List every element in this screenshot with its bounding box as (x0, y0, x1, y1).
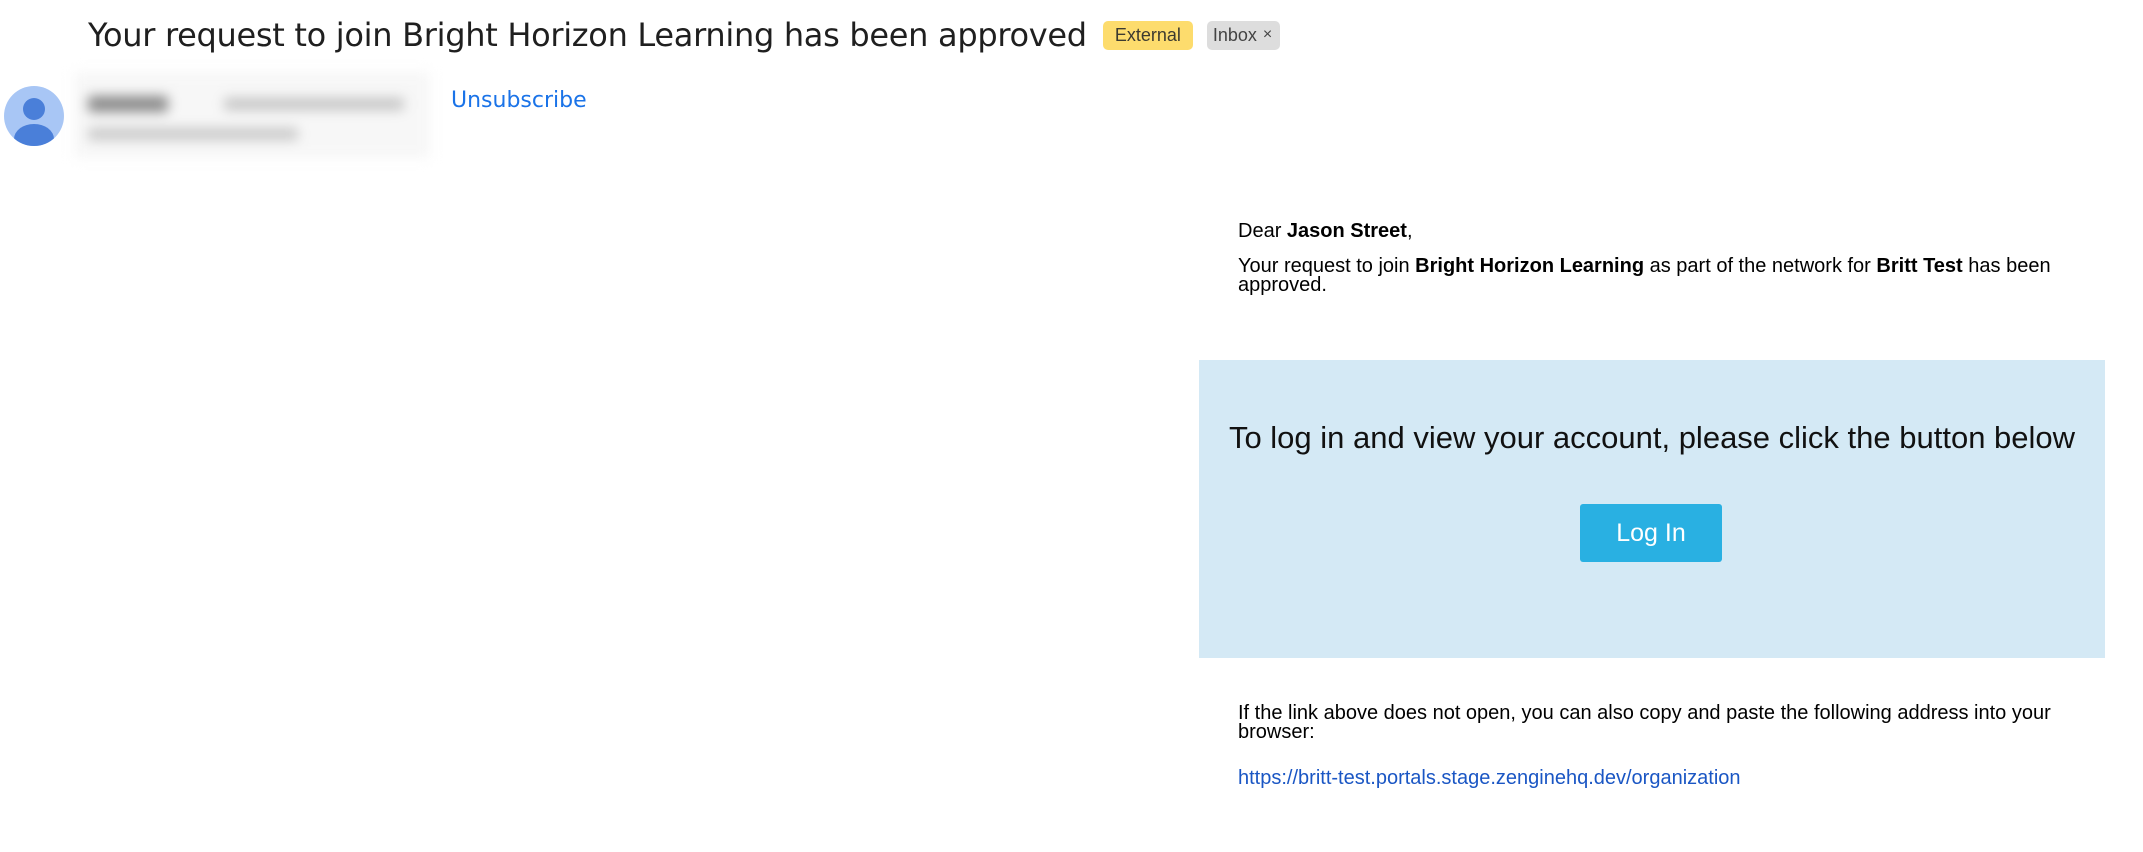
email-body: Dear Jason Street, Your request to join … (1199, 210, 2105, 790)
email-subject: Your request to join Bright Horizon Lear… (88, 16, 1087, 54)
approval-text-2: as part of the network for (1644, 255, 1877, 277)
external-badge: External (1102, 20, 1193, 50)
avatar-head (23, 98, 45, 120)
sender-name-redacted (88, 96, 168, 112)
login-panel: To log in and view your account, please … (1199, 360, 2105, 658)
recipient-name: Jason Street (1286, 220, 1407, 242)
approval-message: Your request to join Bright Horizon Lear… (1238, 255, 2105, 295)
recipient-line-redacted (88, 128, 298, 140)
inbox-label[interactable]: Inbox × (1206, 20, 1281, 50)
sender-email-redacted (224, 98, 404, 110)
fallback-link[interactable]: https://britt-test.portals.stage.zengine… (1199, 767, 2105, 790)
email-view: Your request to join Bright Horizon Lear… (0, 0, 2143, 852)
organization-name: Bright Horizon Learning (1415, 255, 1645, 277)
greeting-suffix: , (1406, 220, 1413, 242)
login-prompt: To log in and view your account, please … (1228, 420, 2076, 455)
inbox-label-text: Inbox (1212, 24, 1257, 45)
email-text: Dear Jason Street, Your request to join … (1199, 220, 2105, 295)
close-icon[interactable]: × (1263, 26, 1272, 44)
network-name: Britt Test (1876, 255, 1963, 277)
greeting: Dear Jason Street, (1238, 220, 2105, 242)
avatar-body (14, 124, 54, 146)
log-in-button[interactable]: Log In (1580, 504, 1722, 562)
subject-row: Your request to join Bright Horizon Lear… (88, 12, 1281, 58)
sender-info-redacted (74, 72, 430, 158)
fallback-instructions: If the link above does not open, you can… (1238, 702, 2051, 743)
unsubscribe-link[interactable]: Unsubscribe (451, 88, 587, 113)
greeting-prefix: Dear (1238, 220, 1287, 242)
sender-avatar-icon[interactable] (4, 86, 64, 146)
